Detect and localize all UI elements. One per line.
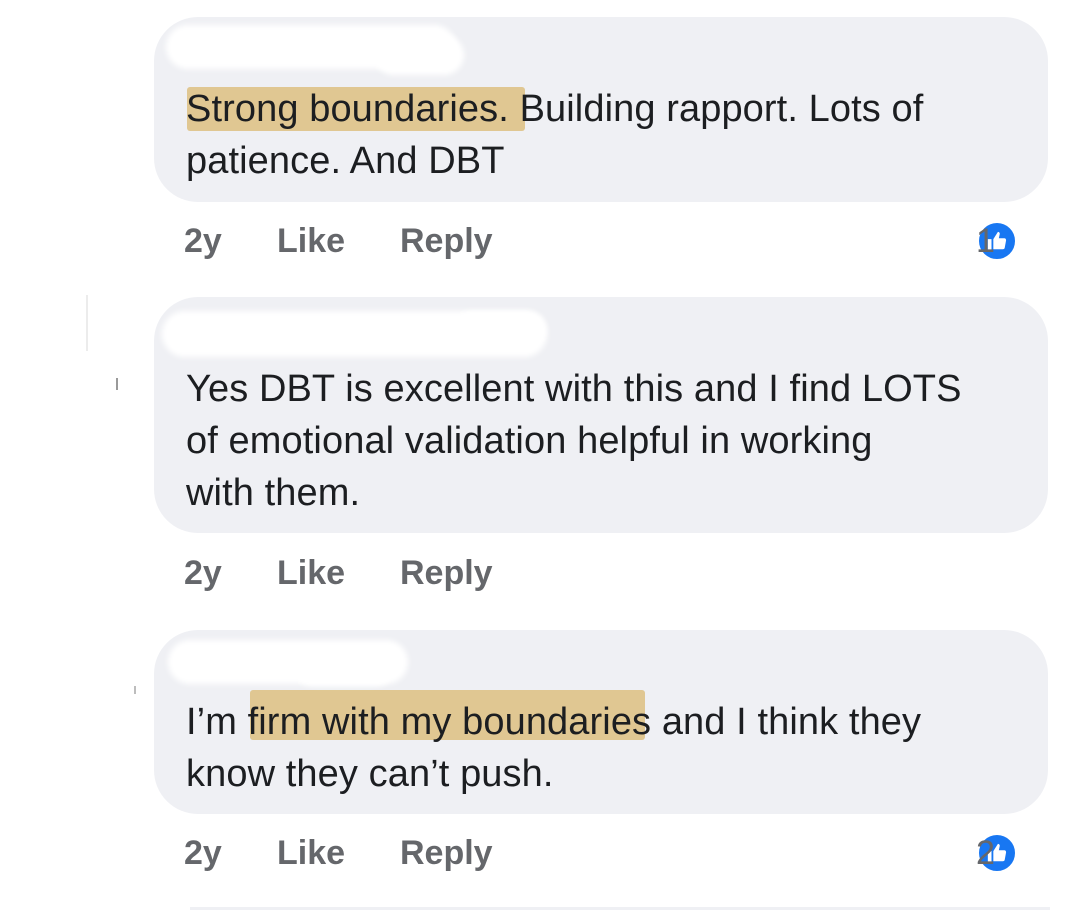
comment-text-line: of emotional validation helpful in worki… — [186, 420, 873, 462]
reply-button[interactable]: Reply — [400, 216, 493, 266]
comment-actions: 2y Like Reply — [184, 548, 1048, 598]
edge-artifact — [134, 686, 136, 694]
comment-text: Yes DBT is excellent with this and I fin… — [186, 363, 1018, 519]
reaction-count: 1 — [976, 222, 995, 260]
comment-bubble[interactable]: I’m firm with my boundaries and I think … — [154, 630, 1048, 814]
reaction-summary[interactable]: 2 — [976, 828, 1018, 878]
like-button[interactable]: Like — [277, 548, 345, 598]
comment-text-line: Strong boundaries. Building rapport. Lot… — [186, 88, 924, 130]
comment-text-line: patience. And DBT — [186, 140, 505, 182]
comment-timestamp: 2y — [184, 222, 222, 260]
like-button[interactable]: Like — [277, 216, 345, 266]
redacted-author-name — [374, 35, 464, 75]
reaction-count: 2 — [976, 834, 995, 872]
comment-bubble[interactable]: Strong boundaries. Building rapport. Lot… — [154, 17, 1048, 202]
comment-text-line: with them. — [186, 472, 361, 514]
like-button[interactable]: Like — [277, 828, 345, 878]
reaction-summary[interactable]: 1 — [976, 216, 1018, 266]
comment-text-line: know they can’t push. — [186, 753, 554, 795]
reply-button[interactable]: Reply — [400, 828, 493, 878]
redacted-author-name — [454, 311, 546, 347]
comment-timestamp: 2y — [184, 554, 222, 592]
comment-actions: 2y Like Reply 2 — [184, 828, 1048, 878]
comment-bubble[interactable]: Yes DBT is excellent with this and I fin… — [154, 297, 1048, 533]
redacted-author-name — [294, 650, 394, 686]
comment-timestamp: 2y — [184, 834, 222, 872]
comment-text: Strong boundaries. Building rapport. Lot… — [186, 83, 1018, 187]
edge-artifact — [116, 378, 118, 390]
comment-text-line: I’m firm with my boundaries and I think … — [186, 701, 922, 743]
edge-artifact — [86, 295, 88, 351]
comment-text-line: Yes DBT is excellent with this and I fin… — [186, 368, 962, 410]
comment-text: I’m firm with my boundaries and I think … — [186, 696, 1018, 800]
reply-button[interactable]: Reply — [400, 548, 493, 598]
comment-actions: 2y Like Reply 1 — [184, 216, 1048, 266]
